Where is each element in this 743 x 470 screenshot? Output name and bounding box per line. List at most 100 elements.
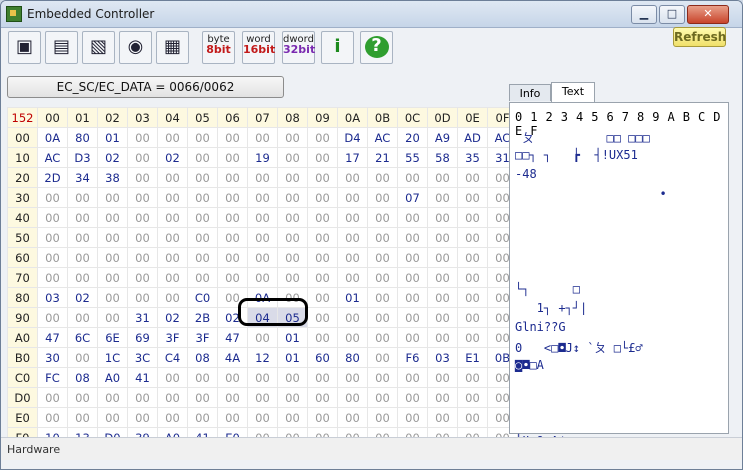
hex-cell[interactable]: 00 bbox=[247, 247, 278, 268]
hex-cell[interactable]: 00 bbox=[367, 367, 398, 388]
hex-cell[interactable]: 00 bbox=[37, 307, 68, 328]
hex-cell[interactable]: 00 bbox=[427, 387, 458, 408]
hex-cell[interactable]: 35 bbox=[457, 147, 488, 168]
hex-cell[interactable]: 00 bbox=[337, 207, 368, 228]
hex-cell[interactable]: 00 bbox=[217, 147, 248, 168]
hex-cell[interactable]: 00 bbox=[67, 227, 98, 248]
hex-cell[interactable]: 00 bbox=[307, 327, 338, 348]
hex-cell[interactable]: 00 bbox=[97, 407, 128, 428]
hex-cell[interactable]: 00 bbox=[247, 187, 278, 208]
hex-cell[interactable]: 00 bbox=[217, 207, 248, 228]
hex-cell[interactable]: 00 bbox=[337, 227, 368, 248]
hex-cell[interactable]: 00 bbox=[337, 267, 368, 288]
hex-cell[interactable]: 02 bbox=[157, 307, 188, 328]
hex-cell[interactable]: 00 bbox=[457, 247, 488, 268]
hex-cell[interactable]: AC bbox=[37, 147, 68, 168]
hex-cell[interactable]: 00 bbox=[367, 167, 398, 188]
dword-mode-button[interactable]: dword 32bit bbox=[282, 31, 315, 64]
hex-cell[interactable]: 00 bbox=[157, 227, 188, 248]
hex-cell[interactable]: 08 bbox=[187, 347, 218, 368]
hex-cell[interactable]: 00 bbox=[187, 247, 218, 268]
hex-cell[interactable]: 00 bbox=[67, 247, 98, 268]
hex-cell[interactable]: 69 bbox=[127, 327, 158, 348]
hex-cell[interactable]: 00 bbox=[217, 247, 248, 268]
hex-cell[interactable]: 00 bbox=[457, 387, 488, 408]
hex-cell[interactable]: 0A bbox=[37, 127, 68, 148]
hex-cell[interactable]: 4A bbox=[217, 347, 248, 368]
hex-cell[interactable]: 00 bbox=[157, 247, 188, 268]
hex-cell[interactable]: 00 bbox=[37, 227, 68, 248]
hex-cell[interactable]: 00 bbox=[427, 407, 458, 428]
hex-cell[interactable]: 6E bbox=[97, 327, 128, 348]
options-button[interactable]: ▦ bbox=[156, 31, 189, 64]
hex-cell[interactable]: 00 bbox=[247, 267, 278, 288]
hex-cell[interactable]: 6C bbox=[67, 327, 98, 348]
hex-cell[interactable]: 00 bbox=[217, 167, 248, 188]
hex-cell[interactable]: 00 bbox=[337, 367, 368, 388]
hex-cell[interactable]: 03 bbox=[37, 287, 68, 308]
hex-cell[interactable]: 00 bbox=[277, 167, 308, 188]
hex-cell[interactable]: 80 bbox=[67, 127, 98, 148]
hex-cell[interactable]: 00 bbox=[457, 367, 488, 388]
hex-cell[interactable]: 00 bbox=[397, 387, 428, 408]
find-button[interactable]: ◉ bbox=[119, 31, 152, 64]
hex-cell[interactable]: 00 bbox=[187, 227, 218, 248]
hex-cell[interactable]: 00 bbox=[37, 267, 68, 288]
hex-cell[interactable]: 00 bbox=[127, 267, 158, 288]
hex-cell[interactable]: 17 bbox=[337, 147, 368, 168]
hex-cell[interactable]: 00 bbox=[277, 267, 308, 288]
hex-cell[interactable]: 00 bbox=[247, 367, 278, 388]
hex-cell[interactable]: 3C bbox=[127, 347, 158, 368]
hex-cell[interactable]: 00 bbox=[157, 267, 188, 288]
hex-cell[interactable]: 00 bbox=[397, 287, 428, 308]
hex-cell[interactable]: 00 bbox=[307, 167, 338, 188]
hex-cell[interactable]: 01 bbox=[97, 127, 128, 148]
hex-cell[interactable]: 00 bbox=[277, 227, 308, 248]
hex-cell[interactable]: 00 bbox=[97, 387, 128, 408]
hex-cell[interactable]: 00 bbox=[127, 207, 158, 228]
hex-cell[interactable]: 60 bbox=[307, 347, 338, 368]
maximize-button[interactable]: □ bbox=[659, 5, 685, 24]
hex-cell[interactable]: 1C bbox=[97, 347, 128, 368]
hex-cell[interactable]: 38 bbox=[97, 167, 128, 188]
hex-cell[interactable]: 00 bbox=[187, 387, 218, 408]
hex-cell[interactable]: A0 bbox=[97, 367, 128, 388]
hex-cell[interactable]: 00 bbox=[307, 307, 338, 328]
hex-cell[interactable]: 00 bbox=[427, 267, 458, 288]
hex-cell[interactable]: 00 bbox=[67, 267, 98, 288]
hex-cell[interactable]: 00 bbox=[367, 287, 398, 308]
hex-cell[interactable]: 00 bbox=[157, 387, 188, 408]
hex-cell[interactable]: 00 bbox=[427, 207, 458, 228]
hex-cell[interactable]: 00 bbox=[67, 307, 98, 328]
save-button[interactable]: ▣ bbox=[8, 31, 41, 64]
hex-cell[interactable]: 01 bbox=[337, 287, 368, 308]
hex-cell[interactable]: 00 bbox=[187, 267, 218, 288]
hex-cell[interactable]: 00 bbox=[97, 247, 128, 268]
hex-cell[interactable]: 58 bbox=[427, 147, 458, 168]
hex-cell[interactable]: 00 bbox=[307, 187, 338, 208]
hex-cell[interactable]: 01 bbox=[277, 347, 308, 368]
hex-cell[interactable]: 00 bbox=[97, 307, 128, 328]
hex-cell[interactable]: 47 bbox=[37, 327, 68, 348]
hex-cell[interactable]: 00 bbox=[367, 267, 398, 288]
hex-cell[interactable]: 00 bbox=[337, 187, 368, 208]
hex-cell[interactable]: 00 bbox=[307, 227, 338, 248]
hex-cell[interactable]: F6 bbox=[397, 347, 428, 368]
hex-cell[interactable]: 00 bbox=[457, 167, 488, 188]
hex-cell[interactable]: 00 bbox=[457, 307, 488, 328]
hex-cell[interactable]: 00 bbox=[307, 127, 338, 148]
hex-cell[interactable]: 00 bbox=[127, 187, 158, 208]
hex-cell[interactable]: 00 bbox=[307, 387, 338, 408]
hex-cell[interactable]: 00 bbox=[247, 407, 278, 428]
hex-cell[interactable]: 3F bbox=[187, 327, 218, 348]
hex-cell[interactable]: 00 bbox=[247, 327, 278, 348]
hex-cell[interactable]: 00 bbox=[367, 207, 398, 228]
hex-cell[interactable]: 00 bbox=[307, 247, 338, 268]
byte-mode-button[interactable]: byte 8bit bbox=[202, 31, 235, 64]
hex-cell[interactable]: 20 bbox=[397, 127, 428, 148]
hex-cell[interactable]: FC bbox=[37, 367, 68, 388]
hex-cell[interactable]: 00 bbox=[427, 287, 458, 308]
hex-cell[interactable]: 00 bbox=[247, 227, 278, 248]
hex-cell[interactable]: 31 bbox=[127, 307, 158, 328]
hex-cell[interactable]: 00 bbox=[427, 307, 458, 328]
